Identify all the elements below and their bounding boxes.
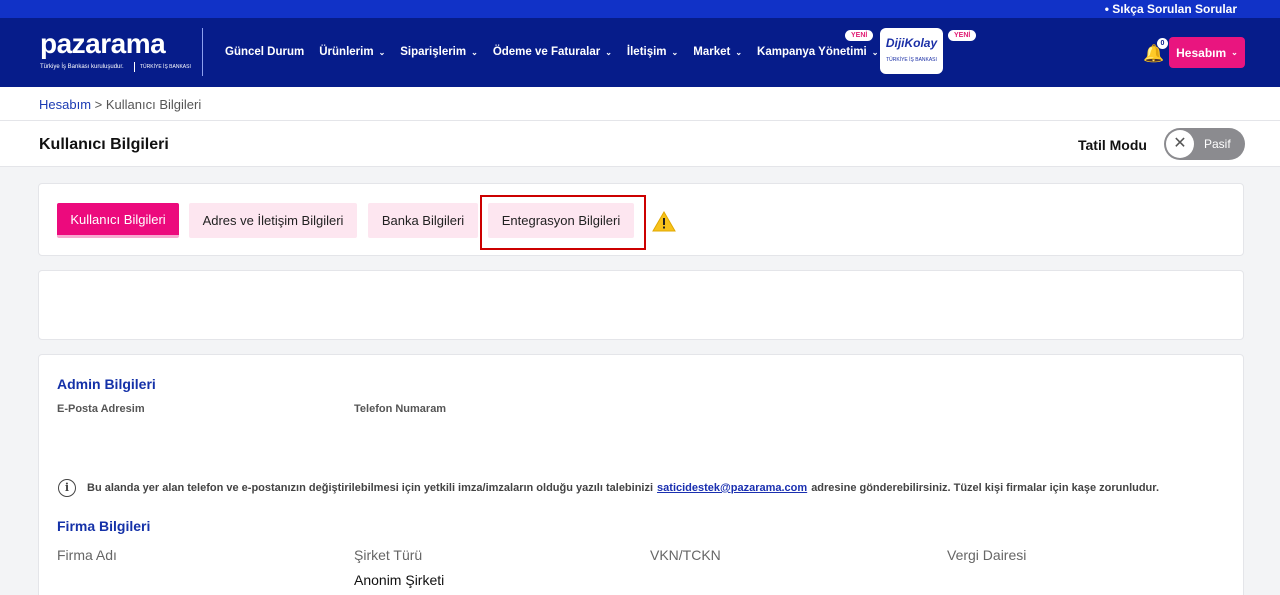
phone-label: Telefon Numaram [354, 403, 447, 415]
logo-wordmark: pazarama [40, 28, 166, 59]
support-email-link[interactable]: saticidestek@pazarama.com [657, 482, 807, 494]
breadcrumb-hesabim[interactable]: Hesabım [39, 97, 91, 112]
pazarama-logo[interactable]: pazarama Türkiye İş Bankası kuruluşudur.… [40, 28, 191, 72]
chevron-down-icon: ⌄ [871, 47, 879, 57]
breadcrumb-separator: > [94, 97, 103, 112]
vacation-mode-state: Pasif [1204, 137, 1231, 151]
nav-item-iletisim[interactable]: İletişim ⌄ [627, 46, 678, 58]
isbank-logo: TÜRKİYE İŞ BANKASI [134, 62, 191, 72]
tab-adres-iletisim[interactable]: Adres ve İletişim Bilgileri [189, 203, 357, 238]
tabs-card: Kullanıcı Bilgileri Adres ve İletişim Bi… [38, 183, 1244, 256]
chevron-down-icon: ⌄ [735, 47, 743, 57]
firm-section-title: Firma Bilgileri [57, 518, 151, 534]
main-navbar: pazarama Türkiye İş Bankası kuruluşudur.… [0, 18, 1280, 87]
tax-office-label: Vergi Dairesi [947, 547, 1027, 563]
warning-icon [652, 211, 676, 232]
firm-name-label: Firma Adı [57, 547, 117, 563]
notification-count: 0 [1157, 38, 1168, 49]
breadcrumb-current: Kullanıcı Bilgileri [105, 97, 202, 112]
logo-tagline: Türkiye İş Bankası kuruluşudur. TÜRKİYE … [40, 62, 191, 72]
vacation-mode-label: Tatil Modu [1078, 137, 1147, 153]
nav-divider [202, 28, 203, 76]
nav-item-siparislerim[interactable]: Siparişlerim ⌄ [400, 46, 478, 58]
tax-number-label: VKN/TCKN [650, 547, 721, 563]
account-button[interactable]: Hesabım ⌄ [1169, 37, 1245, 68]
breadcrumb-bar: Hesabım > Kullanıcı Bilgileri [0, 87, 1280, 121]
chevron-down-icon: ⌄ [471, 47, 478, 57]
dijikolay-subtitle: TÜRKİYE İŞ BANKASI [886, 57, 937, 63]
page-header: Kullanıcı Bilgileri Tatil Modu ✕ Pasif [0, 121, 1280, 167]
nav-item-kampanya-yonetimi[interactable]: Kampanya Yönetimi ⌄ [757, 46, 878, 58]
info-icon: i [58, 479, 76, 497]
nav-item-urunlerim[interactable]: Ürünlerim ⌄ [319, 46, 385, 58]
company-type-label: Şirket Türü [354, 547, 423, 563]
new-badge-dijikolay: YENİ [948, 30, 977, 41]
chevron-down-icon: ⌄ [1231, 48, 1238, 57]
chevron-down-icon: ⌄ [605, 47, 612, 57]
company-type-value: Anonim Şirketi [354, 572, 445, 588]
vacation-mode-toggle[interactable]: ✕ Pasif [1164, 128, 1245, 160]
admin-section-title: Admin Bilgileri [57, 376, 156, 392]
tab-kullanici-bilgileri[interactable]: Kullanıcı Bilgileri [57, 203, 179, 238]
user-info-card: Admin Bilgileri E-Posta Adresim Telefon … [38, 354, 1244, 595]
tab-entegrasyon-bilgileri[interactable]: Entegrasyon Bilgileri [488, 203, 634, 238]
nav-item-odeme-faturalar[interactable]: Ödeme ve Faturalar ⌄ [493, 46, 612, 58]
new-badge-kampanya: YENİ [845, 30, 874, 41]
top-utility-bar: • Sıkça Sorulan Sorular [0, 0, 1280, 18]
nav-menu: Güncel Durum Ürünlerim ⌄ Siparişlerim ⌄ Öd… [225, 46, 893, 58]
email-label: E-Posta Adresim [57, 403, 145, 415]
info-note: i Bu alanda yer alan telefon ve e-postan… [58, 479, 1159, 497]
chevron-down-icon: ⌄ [671, 47, 679, 57]
dijikolay-button[interactable]: DijiKolay TÜRKİYE İŞ BANKASI [880, 28, 943, 74]
breadcrumb: Hesabım > Kullanıcı Bilgileri [39, 97, 201, 112]
close-icon: ✕ [1166, 130, 1194, 158]
nav-item-market[interactable]: Market ⌄ [693, 46, 742, 58]
chevron-down-icon: ⌄ [378, 47, 386, 57]
tab-banka-bilgileri[interactable]: Banka Bilgileri [368, 203, 478, 238]
nav-item-guncel-durum[interactable]: Güncel Durum [225, 46, 304, 58]
faq-link[interactable]: • Sıkça Sorulan Sorular [1105, 2, 1237, 16]
dijikolay-title: DijiKolay [885, 36, 938, 50]
empty-panel [38, 270, 1244, 340]
page-title: Kullanıcı Bilgileri [39, 136, 169, 153]
